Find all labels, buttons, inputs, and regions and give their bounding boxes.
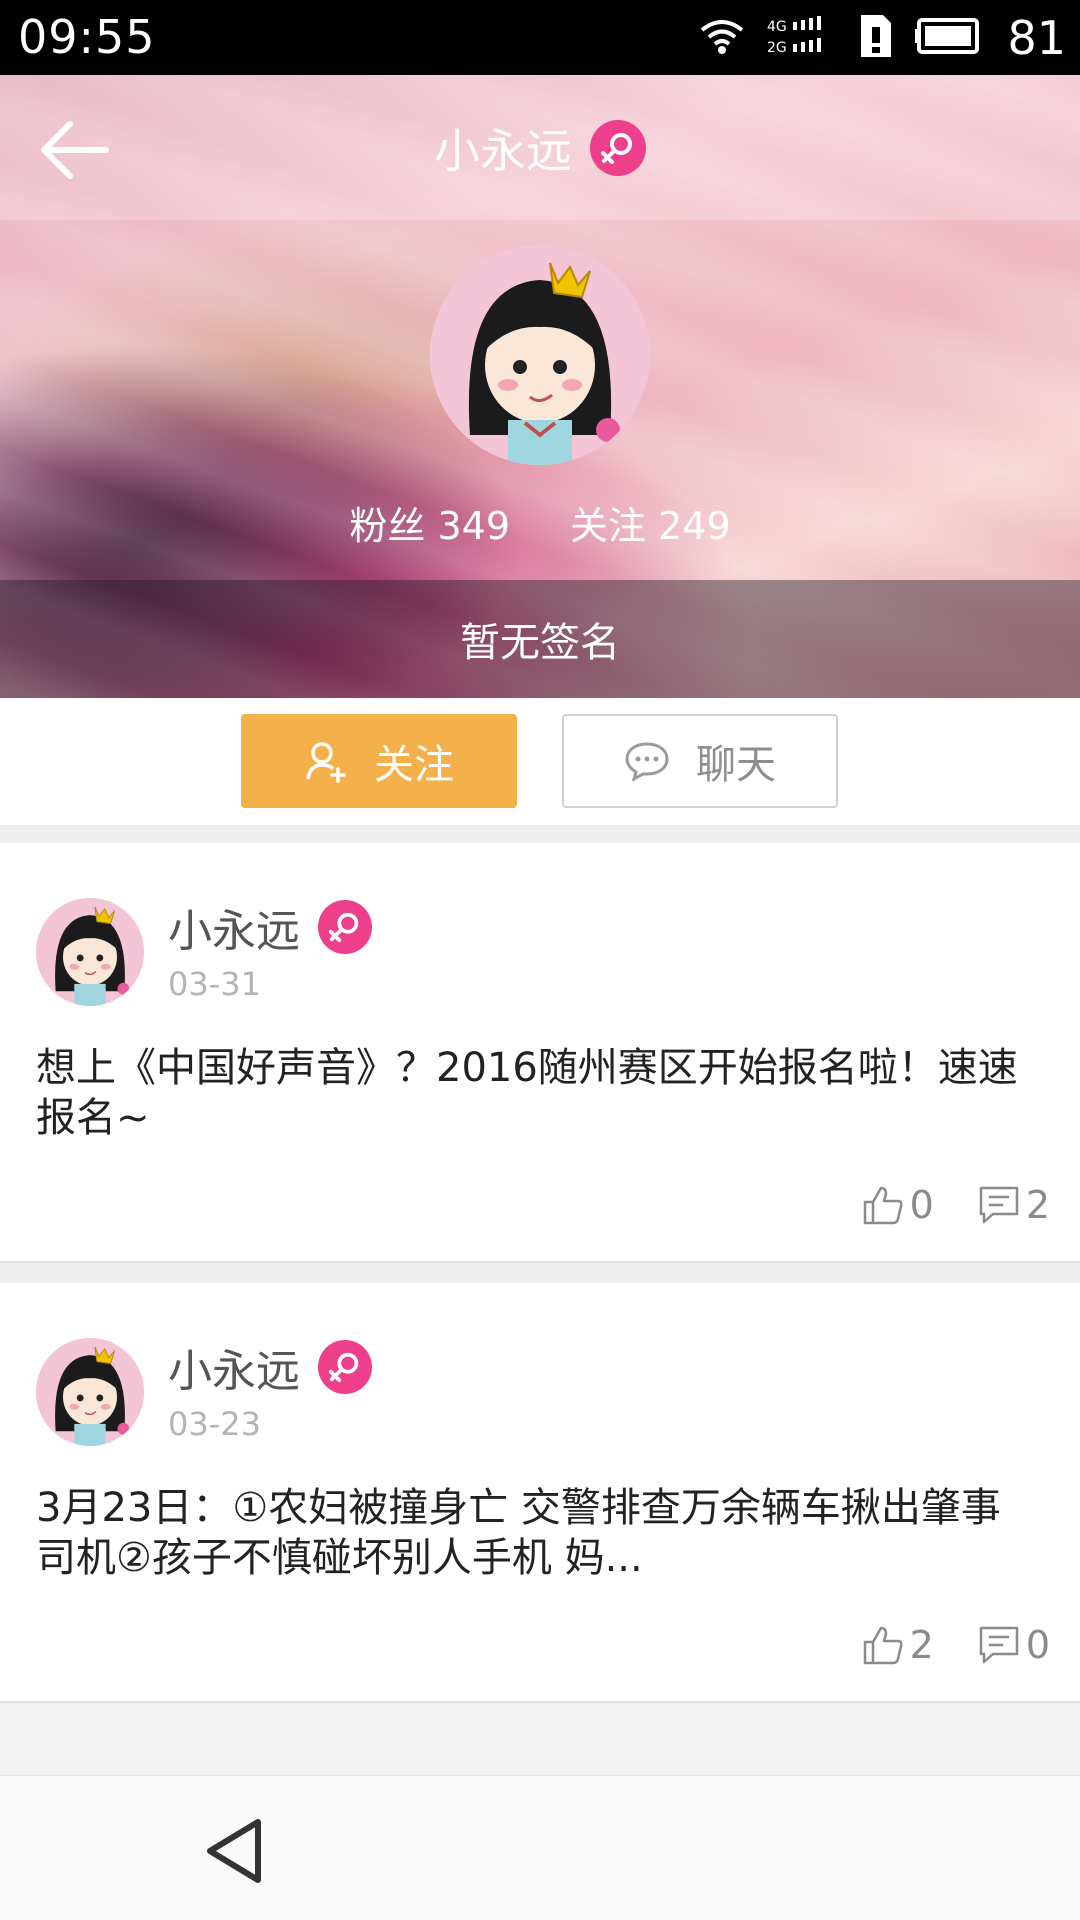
post-author-row: 小永远 <box>168 1335 372 1399</box>
triangle-back-icon <box>207 1819 261 1883</box>
nav-back-button[interactable] <box>200 1816 270 1886</box>
fans-stat[interactable]: 粉丝 349 <box>349 495 510 550</box>
post-item[interactable]: 小永远 03-23 3月23日：①农妇被撞身亡 交警排查万余辆车揪出肇事司机②孩… <box>0 1283 1080 1703</box>
following-stat[interactable]: 关注 249 <box>570 495 731 550</box>
post-text[interactable]: 想上《中国好声音》？2016随州赛区开始报名啦！速速报名~ <box>36 1043 1036 1143</box>
thumbs-up-icon <box>863 1186 903 1225</box>
post-date: 03-31 <box>168 965 261 1003</box>
post-author-name[interactable]: 小永远 <box>168 1335 300 1399</box>
screen: 09:55 4G 2G 81 小永远 粉丝 349 关注 249 暂无签名 关注… <box>0 0 1080 1920</box>
avatar-image <box>36 898 144 1006</box>
avatar-image <box>430 245 650 465</box>
signature-text: 暂无签名 <box>460 620 620 666</box>
system-nav-bar <box>0 1775 1080 1920</box>
chat-bubble-icon <box>625 742 669 781</box>
status-icons: 4G 2G 81 <box>699 10 1066 65</box>
svg-text:4G: 4G <box>767 19 787 35</box>
post-meta: 0 2 <box>862 1183 1050 1227</box>
battery-level: 81 <box>1007 10 1066 65</box>
following-label: 关注 <box>570 504 647 548</box>
post-text[interactable]: 3月23日：①农妇被撞身亡 交警排查万余辆车揪出肇事司机②孩子不慎碰坏别人手机 … <box>36 1483 1036 1583</box>
svg-text:2G: 2G <box>767 40 787 56</box>
post-author-name[interactable]: 小永远 <box>168 895 300 959</box>
battery-icon <box>915 16 985 60</box>
like-count: 2 <box>909 1623 934 1667</box>
profile-cover: 小永远 粉丝 349 关注 249 暂无签名 <box>0 75 1080 698</box>
post-author-avatar[interactable] <box>36 898 144 1006</box>
like-button[interactable]: 0 <box>862 1183 934 1227</box>
thumbs-up-icon <box>863 1626 903 1665</box>
follow-button[interactable]: 关注 <box>241 714 517 808</box>
post-author-avatar[interactable] <box>36 1338 144 1446</box>
page-title: 小永远 <box>434 123 572 178</box>
following-count: 249 <box>658 504 731 548</box>
follow-button-label: 关注 <box>374 742 454 788</box>
comment-count: 0 <box>1025 1623 1050 1667</box>
comment-button[interactable]: 0 <box>978 1623 1050 1667</box>
female-icon <box>318 900 372 954</box>
like-count: 0 <box>909 1183 934 1227</box>
post-date: 03-23 <box>168 1405 261 1443</box>
signature-bar: 暂无签名 <box>0 580 1080 698</box>
status-time: 09:55 <box>18 10 156 64</box>
avatar-image <box>36 1338 144 1446</box>
stats-row: 粉丝 349 关注 249 <box>0 495 1080 550</box>
fans-count: 349 <box>437 504 510 548</box>
post-author-row: 小永远 <box>168 895 372 959</box>
profile-avatar[interactable] <box>430 245 650 465</box>
post-item[interactable]: 小永远 03-31 想上《中国好声音》？2016随州赛区开始报名啦！速速报名~ … <box>0 843 1080 1263</box>
add-user-icon <box>306 742 346 783</box>
action-bar: 关注 聊天 <box>0 698 1080 825</box>
female-icon <box>590 119 646 176</box>
title-row: 小永远 <box>0 75 1080 220</box>
chat-button[interactable]: 聊天 <box>562 714 838 808</box>
post-meta: 2 0 <box>862 1623 1050 1667</box>
sim-icon <box>859 13 893 63</box>
comment-button[interactable]: 2 <box>978 1183 1050 1227</box>
signal-4g-2g-icon: 4G 2G <box>767 14 837 62</box>
chat-button-label: 聊天 <box>696 742 776 788</box>
comment-icon <box>979 1186 1019 1224</box>
comment-icon <box>979 1626 1019 1664</box>
fans-label: 粉丝 <box>349 504 426 548</box>
comment-count: 2 <box>1025 1183 1050 1227</box>
female-icon <box>318 1340 372 1394</box>
like-button[interactable]: 2 <box>862 1623 934 1667</box>
wifi-icon <box>699 16 745 60</box>
status-bar: 09:55 4G 2G 81 <box>0 0 1080 75</box>
feed-spacer <box>0 1703 1080 1775</box>
